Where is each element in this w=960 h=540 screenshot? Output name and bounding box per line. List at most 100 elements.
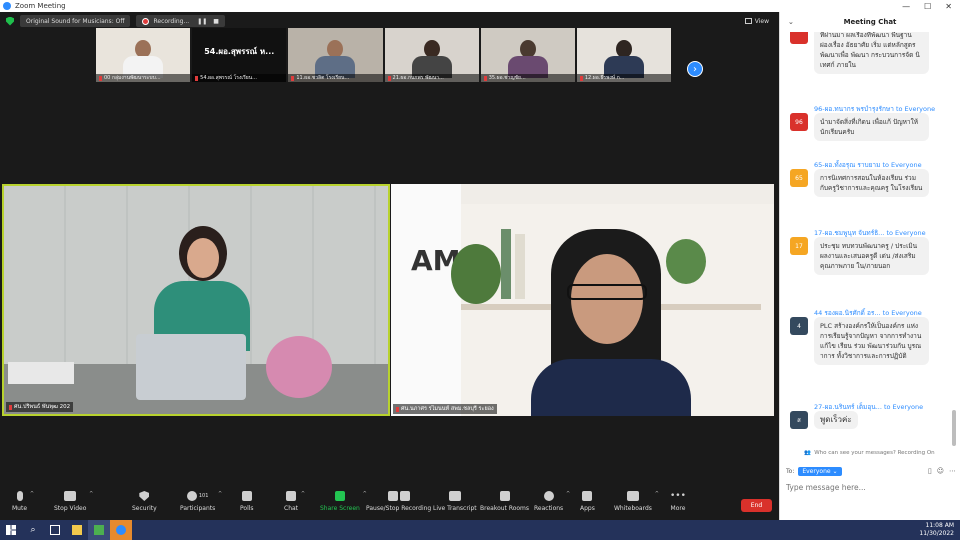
- stop-recording-icon[interactable]: ■: [213, 18, 219, 25]
- chevron-up-icon[interactable]: ^: [218, 491, 222, 497]
- pause-recording-icon[interactable]: ❚❚: [197, 18, 207, 25]
- breakout-rooms-button[interactable]: Breakout Rooms: [480, 483, 529, 520]
- more-button[interactable]: ••• More: [670, 483, 686, 520]
- chevron-down-icon[interactable]: ⌄: [788, 18, 794, 26]
- view-grid-icon: [744, 18, 752, 24]
- file-icon[interactable]: ▯: [928, 467, 932, 475]
- muted-mic-icon: [387, 75, 391, 81]
- avatar: 4: [790, 317, 808, 335]
- recording-indicator[interactable]: Recording... ❚❚ ■: [136, 15, 225, 27]
- chat-message: 65-ผอ.ทั้งอรุณ ราบยาม to Everyone 65 การ…: [790, 160, 950, 197]
- maximize-icon[interactable]: ☐: [924, 2, 931, 11]
- chat-sender: 44 รองผอ.นิรศักดิ์ อร...: [814, 309, 881, 317]
- chat-message-text: พูดเร็วค่ะ: [814, 411, 858, 429]
- end-meeting-button[interactable]: End: [741, 499, 772, 512]
- avatar: 65: [790, 169, 808, 187]
- more-dots-icon: •••: [670, 491, 686, 501]
- participant-thumb[interactable]: 12.ผอ.ธีรพงษ์ ก...: [576, 28, 672, 82]
- meeting-area: Original Sound for Musicians: Off Record…: [0, 12, 779, 520]
- participant-thumb[interactable]: 21.ผอ.กนกพร พัฒนา...: [384, 28, 479, 82]
- window-titlebar: Zoom Meeting — ☐ ✕: [0, 0, 960, 12]
- share-screen-button[interactable]: Share Screen ^: [320, 483, 367, 520]
- zoom-logo-icon: [3, 2, 11, 10]
- participants-icon: [186, 491, 197, 501]
- gallery-strip: 00 กลุ่มงานพัฒนาระบบ... 54.ผอ.สุพรรณ์ ห.…: [96, 28, 672, 82]
- participants-button[interactable]: 101 Participants ^: [180, 483, 222, 520]
- pause-stop-recording-button[interactable]: Pause/Stop Recording: [366, 483, 431, 520]
- chevron-up-icon[interactable]: ^: [301, 491, 305, 497]
- participant-thumb[interactable]: 35.ผอ.ชาญชัย...: [480, 28, 575, 82]
- taskbar-zoom[interactable]: [110, 520, 132, 540]
- stop-video-button[interactable]: Stop Video ^: [54, 483, 93, 520]
- taskbar-app[interactable]: [88, 520, 110, 540]
- start-button[interactable]: [0, 520, 22, 540]
- recording-label: Recording...: [153, 17, 190, 25]
- original-sound-button[interactable]: Original Sound for Musicians: Off: [20, 15, 131, 27]
- window-title: Zoom Meeting: [15, 2, 66, 10]
- chat-sender: 96-ผอ.ทนากร พรบำรุงรักษา: [814, 105, 894, 113]
- people-icon: 👥: [804, 450, 812, 456]
- avatar: [790, 32, 808, 44]
- stop-icon: [399, 491, 410, 501]
- video-tile-active-speaker[interactable]: ศน.ปริพนธ์ พันพุฒ 202: [2, 184, 390, 416]
- chat-scrollbar[interactable]: [952, 410, 956, 446]
- muted-mic-icon: [99, 75, 102, 81]
- muted-mic-icon: [9, 404, 12, 410]
- chat-button[interactable]: Chat ^: [284, 483, 305, 520]
- windows-icon: [6, 525, 16, 535]
- system-clock[interactable]: 11:08 AM 11/30/2022: [919, 522, 954, 538]
- chat-message-input[interactable]: [786, 481, 956, 493]
- chat-message-text: PLC สร้างองค์กรให้เป็นองค์กร แห่งการเรีย…: [814, 317, 929, 365]
- participant-thumb[interactable]: 00 กลุ่มงานพัฒนาระบบ...: [96, 28, 191, 82]
- chat-header: ⌄ Meeting Chat: [780, 12, 960, 32]
- taskbar-file-explorer[interactable]: [66, 520, 88, 540]
- video-tile-participant[interactable]: AM ศน.นภาศร รไมนนท์ สพม.ชลบุรี ระยอง: [391, 184, 774, 416]
- chat-message: 27-ผอ.นรินทร์ เต็มอุน... to Everyone ส พ…: [790, 402, 950, 429]
- close-icon[interactable]: ✕: [945, 2, 952, 11]
- more-dots-icon[interactable]: ⋯: [949, 467, 956, 475]
- windows-taskbar: ⌕ 11:08 AM 11/30/2022: [0, 520, 960, 540]
- task-view-button[interactable]: [44, 520, 66, 540]
- chevron-up-icon[interactable]: ^: [655, 491, 659, 497]
- chat-message-list: ที่ผ่านมา ผลเรื่องที่พัฒนา พื้นฐาน ผ่องเ…: [780, 32, 960, 442]
- avatar: 96: [790, 113, 808, 131]
- chat-message-text: ที่ผ่านมา ผลเรื่องที่พัฒนา พื้นฐาน ผ่องเ…: [814, 32, 929, 74]
- pause-icon: [387, 491, 398, 501]
- apps-button[interactable]: Apps: [580, 483, 595, 520]
- chevron-up-icon[interactable]: ^: [30, 491, 34, 497]
- search-button[interactable]: ⌕: [22, 520, 44, 540]
- security-button[interactable]: Security: [132, 483, 157, 520]
- reactions-button[interactable]: Reactions ^: [534, 483, 570, 520]
- whiteboard-icon: [626, 491, 639, 501]
- whiteboards-button[interactable]: Whiteboards ^: [614, 483, 659, 520]
- view-button[interactable]: View: [744, 18, 769, 25]
- folder-icon: [72, 525, 82, 535]
- chat-sender: 17-ผอ.ชมพูนุท จันทร์ธิ...: [814, 229, 885, 237]
- security-shield-icon[interactable]: [6, 16, 14, 26]
- live-transcript-button[interactable]: Live Transcript: [433, 483, 477, 520]
- minimize-icon[interactable]: —: [902, 2, 910, 11]
- participant-thumb[interactable]: 11.ผอ.ชวลิต โรงเรียน...: [288, 28, 383, 82]
- recipient-select[interactable]: Everyone ⌄: [798, 466, 842, 476]
- microphone-icon: [16, 491, 23, 501]
- bar-chart-icon: [241, 491, 252, 501]
- chat-message: 44 รองผอ.นิรศักดิ์ อร... to Everyone 4 P…: [790, 308, 950, 365]
- meeting-chat-panel: ⌄ Meeting Chat ที่ผ่านมา ผลเรื่องที่พัฒน…: [779, 12, 960, 520]
- next-page-button[interactable]: ›: [687, 61, 703, 77]
- who-can-see-notice[interactable]: 👥 Who can see your messages? Recording O…: [779, 448, 960, 458]
- polls-button[interactable]: Polls: [240, 483, 254, 520]
- chevron-up-icon[interactable]: ^: [566, 491, 570, 497]
- video-camera-icon: [64, 491, 77, 501]
- cc-icon: [448, 491, 461, 501]
- muted-mic-icon: [195, 75, 199, 81]
- chevron-up-icon[interactable]: ^: [89, 491, 93, 497]
- apps-icon: [582, 491, 593, 501]
- recording-dot-icon: [142, 17, 150, 25]
- muted-mic-icon: [396, 406, 399, 412]
- participant-thumb[interactable]: 54.ผอ.สุพรรณ์ ห... 54.ผอ.สุพรรณ์ โรงเรีย…: [192, 28, 287, 82]
- mute-button[interactable]: Mute ^: [12, 483, 34, 520]
- app-icon: [94, 525, 104, 535]
- shield-icon: [139, 491, 150, 501]
- emoji-icon[interactable]: ☺: [937, 467, 944, 475]
- to-label: To:: [786, 467, 795, 475]
